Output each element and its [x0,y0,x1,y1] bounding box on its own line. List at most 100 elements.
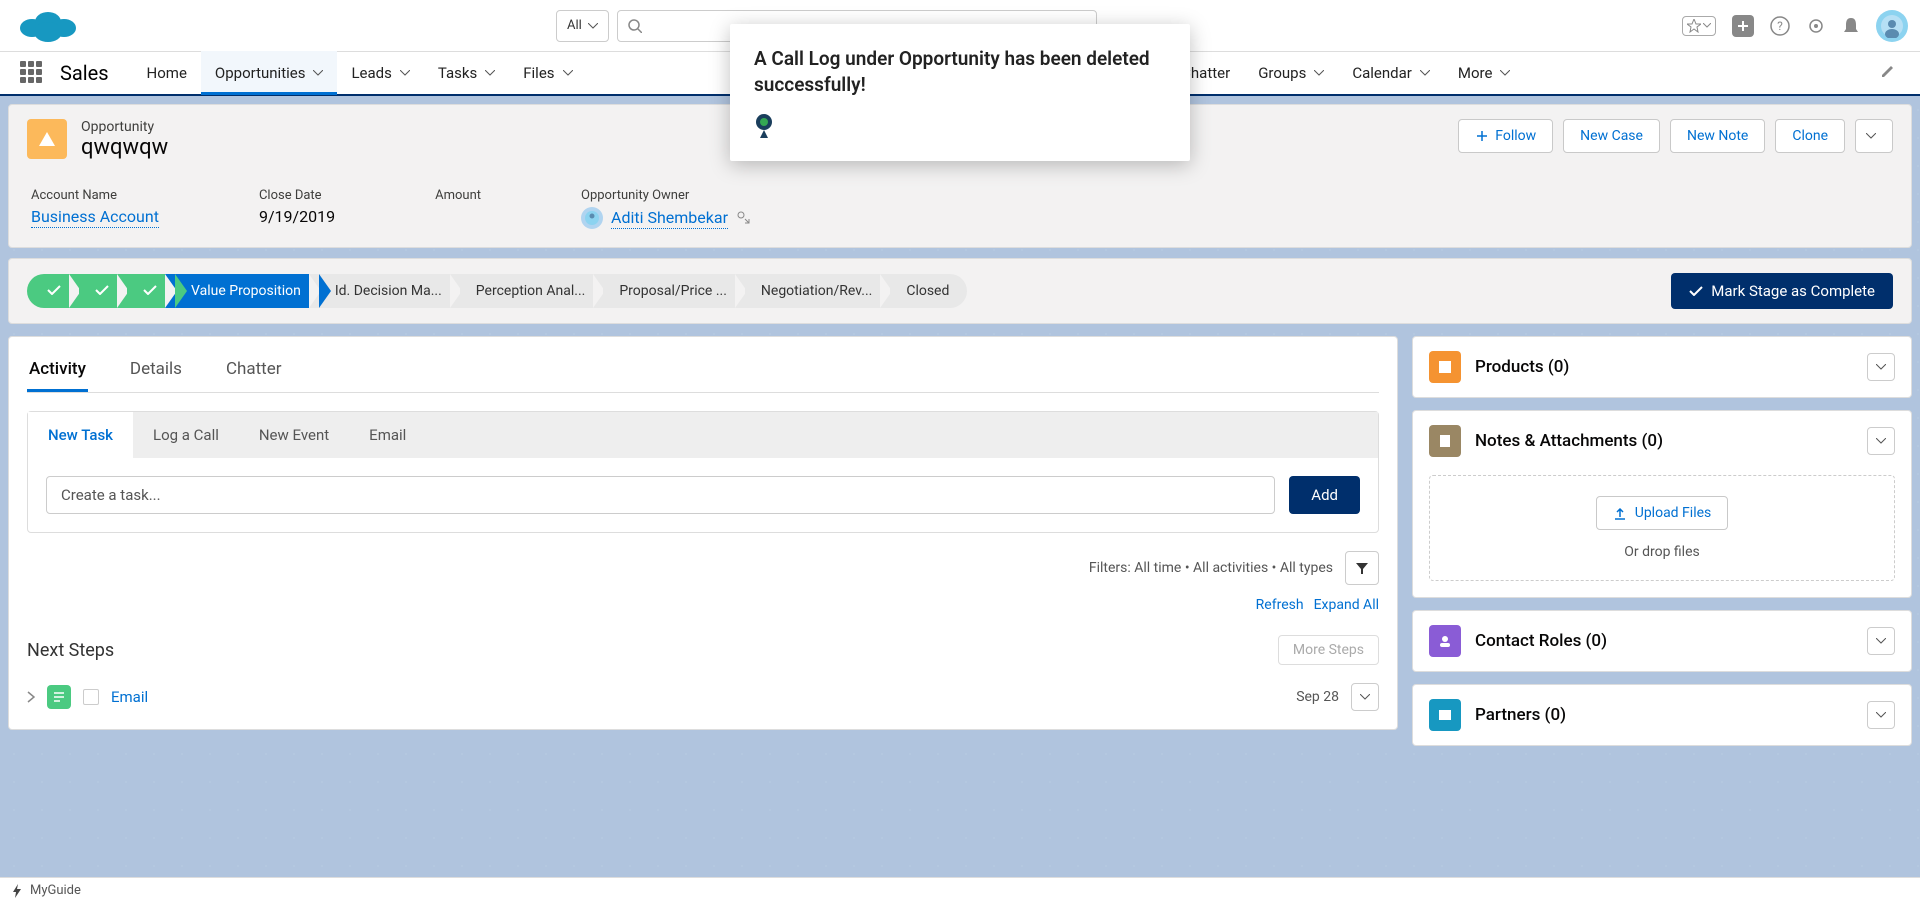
search-scope-dropdown[interactable]: All [556,10,609,42]
nav-tasks[interactable]: Tasks [424,51,509,95]
help-button[interactable]: ? [1770,16,1790,36]
nav-groups[interactable]: Groups [1244,51,1338,95]
clone-button[interactable]: Clone [1775,119,1845,153]
check-icon [1689,286,1703,296]
check-icon [143,285,157,295]
partners-card: Partners (0) [1412,684,1912,746]
step-date: Sep 28 [1296,689,1339,705]
app-launcher[interactable] [20,61,44,85]
subtab-email[interactable]: Email [349,412,426,458]
contact-roles-menu[interactable] [1867,627,1895,655]
search-scope-label: All [567,18,582,33]
expand-all-link[interactable]: Expand All [1314,597,1379,613]
filter-icon [1355,561,1369,575]
upload-icon [1613,506,1627,520]
filters-text: Filters: All time • All activities • All… [1089,560,1333,576]
notes-menu[interactable] [1867,427,1895,455]
path-stage-current[interactable]: Value Proposition [165,274,319,308]
add-task-button[interactable]: Add [1289,476,1360,514]
partners-icon [1429,699,1461,731]
account-label: Account Name [31,188,159,203]
check-icon [47,285,61,295]
step-title[interactable]: Email [111,688,148,706]
owner-label: Opportunity Owner [581,188,750,203]
chevron-down-icon [313,70,323,76]
nav-home[interactable]: Home [133,51,201,95]
chevron-down-icon [1360,694,1370,700]
close-date-label: Close Date [259,188,335,203]
chevron-down-icon [1876,364,1886,370]
plus-icon [1732,15,1754,37]
notes-title[interactable]: Notes & Attachments (0) [1475,431,1853,451]
more-actions-button[interactable] [1855,119,1893,153]
refresh-link[interactable]: Refresh [1256,597,1304,613]
task-input[interactable]: Create a task... [46,476,1275,514]
salesforce-logo [20,6,76,46]
subtab-new-event[interactable]: New Event [239,412,349,458]
nav-edit-button[interactable] [1880,63,1896,83]
nav-more[interactable]: More [1444,51,1525,95]
nav-calendar[interactable]: Calendar [1338,51,1444,95]
products-menu[interactable] [1867,353,1895,381]
lightning-icon [12,884,22,898]
notifications-button[interactable] [1842,16,1860,36]
question-icon: ? [1770,16,1790,36]
tab-activity[interactable]: Activity [27,349,88,392]
app-name: Sales [60,61,109,85]
notes-icon [1429,425,1461,457]
nav-leads[interactable]: Leads [337,51,423,95]
path-stage-5[interactable]: Id. Decision Ma... [309,274,460,308]
products-icon [1429,351,1461,383]
path-stage-7[interactable]: Proposal/Price ... [593,274,745,308]
drop-text: Or drop files [1450,544,1874,560]
step-menu[interactable] [1351,683,1379,711]
search-icon [628,19,642,33]
contact-roles-icon [1429,625,1461,657]
path-stage-8[interactable]: Negotiation/Rev... [735,274,890,308]
filter-button[interactable] [1345,551,1379,585]
footer-label: MyGuide [30,883,81,898]
tab-chatter[interactable]: Chatter [224,349,284,392]
upload-files-button[interactable]: Upload Files [1596,496,1729,530]
products-card: Products (0) [1412,336,1912,398]
step-expand[interactable] [27,688,35,707]
chevron-down-icon [563,70,573,76]
toast-message: A Call Log under Opportunity has been de… [754,46,1166,97]
partners-title[interactable]: Partners (0) [1475,705,1853,725]
toast-notification: A Call Log under Opportunity has been de… [730,24,1190,161]
favorites-button[interactable] [1682,16,1716,36]
chevron-down-icon [588,23,598,29]
pencil-icon [1880,63,1896,79]
nav-files[interactable]: Files [509,51,586,95]
step-checkbox[interactable] [83,689,99,705]
upload-area[interactable]: Upload Files Or drop files [1429,475,1895,581]
more-steps-button[interactable]: More Steps [1278,635,1379,665]
nav-opportunities[interactable]: Opportunities [201,51,338,95]
change-owner-button[interactable] [736,209,750,228]
subtab-log-call[interactable]: Log a Call [133,412,239,458]
chevron-down-icon [1314,70,1324,76]
check-icon [95,285,109,295]
follow-button[interactable]: Follow [1458,119,1553,153]
user-avatar[interactable] [1876,10,1908,42]
new-case-button[interactable]: New Case [1563,119,1660,153]
chevron-down-icon [1876,712,1886,718]
mark-complete-button[interactable]: Mark Stage as Complete [1671,273,1893,309]
bell-icon [1842,16,1860,36]
subtab-new-task[interactable]: New Task [28,412,133,458]
contact-roles-title[interactable]: Contact Roles (0) [1475,631,1853,651]
avatar-icon [1880,14,1904,38]
account-link[interactable]: Business Account [31,207,159,228]
svg-text:?: ? [1777,19,1783,33]
owner-link[interactable]: Aditi Shembekar [611,208,728,229]
add-button[interactable] [1732,15,1754,37]
tab-details[interactable]: Details [128,349,184,392]
new-note-button[interactable]: New Note [1670,119,1765,153]
setup-button[interactable] [1806,16,1826,36]
task-icon [47,685,71,709]
partners-menu[interactable] [1867,701,1895,729]
path-stage-6[interactable]: Perception Anal... [450,274,604,308]
opportunity-icon [27,119,67,159]
products-title[interactable]: Products (0) [1475,357,1853,377]
amount-label: Amount [435,188,481,203]
